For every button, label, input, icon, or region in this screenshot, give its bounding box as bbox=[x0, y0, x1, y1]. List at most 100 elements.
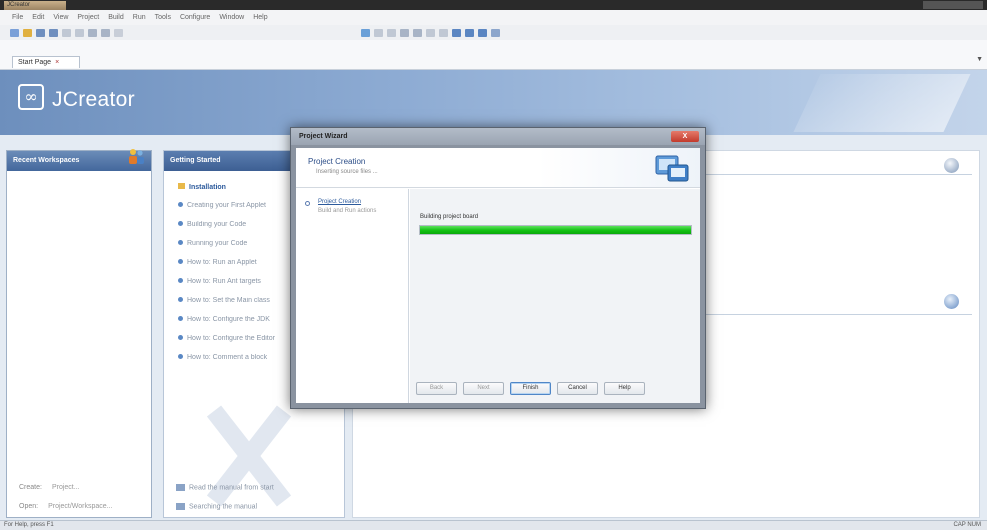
wizard-main-panel: Building project board Back Next Finish … bbox=[410, 189, 700, 403]
menu-project[interactable]: Project bbox=[77, 14, 99, 21]
recent-workspaces-title: Recent Workspaces bbox=[13, 157, 80, 164]
next-button[interactable]: Next bbox=[463, 382, 504, 395]
status-indicators: CAP NUM bbox=[953, 522, 981, 528]
dialog-title: Project Wizard bbox=[299, 133, 348, 140]
banner-decoration bbox=[793, 74, 971, 132]
list-item-label: How to: Configure the JDK bbox=[187, 316, 270, 323]
book-icon bbox=[176, 484, 185, 491]
panel-icon[interactable] bbox=[478, 28, 487, 37]
menu-configure[interactable]: Configure bbox=[180, 14, 210, 21]
list-item-label: How to: Comment a block bbox=[187, 354, 268, 361]
tab-dropdown-icon[interactable]: ▼ bbox=[976, 56, 983, 63]
bullet-icon bbox=[178, 297, 183, 302]
list-item-label: How to: Configure the Editor bbox=[187, 335, 275, 342]
debug-icon[interactable] bbox=[400, 28, 409, 37]
step-project-creation[interactable]: Project Creation bbox=[318, 199, 361, 205]
list-item-label: How to: Set the Main class bbox=[187, 297, 270, 304]
recent-workspaces-panel: Recent Workspaces Create: Project... Open… bbox=[6, 149, 152, 518]
wizard-steps-panel: Project Creation Build and Run actions bbox=[296, 189, 409, 403]
status-bar: For Help, press F1 CAP NUM bbox=[0, 520, 987, 530]
create-value: Project... bbox=[51, 484, 80, 491]
run-icon[interactable] bbox=[387, 28, 396, 37]
list-item-label: Building your Code bbox=[187, 221, 247, 228]
open-folder-icon[interactable] bbox=[23, 28, 32, 37]
list-item-label: Running your Code bbox=[187, 240, 248, 247]
wizard-computer-icon bbox=[655, 155, 689, 182]
open-link[interactable]: Open: Project/Workspace... bbox=[19, 503, 113, 510]
project-wizard-dialog: Project Wizard X Project Creation Insert… bbox=[290, 127, 706, 409]
list-item-label: How to: Run Ant targets bbox=[187, 278, 261, 285]
bullet-icon bbox=[178, 240, 183, 245]
window-title: JCreator bbox=[4, 1, 66, 10]
list-item-label: Installation bbox=[189, 184, 226, 191]
cut-icon[interactable] bbox=[62, 28, 71, 37]
bullet-icon bbox=[178, 202, 183, 207]
progress-fill bbox=[420, 226, 691, 234]
create-link[interactable]: Create: Project... bbox=[19, 484, 80, 491]
layout-icon[interactable] bbox=[452, 28, 461, 37]
build-icon[interactable] bbox=[361, 28, 370, 37]
wizard-button-row: Back Next Finish Cancel Help bbox=[416, 382, 645, 395]
undo-icon[interactable] bbox=[88, 28, 97, 37]
menu-window[interactable]: Window bbox=[219, 14, 244, 21]
indent-icon[interactable] bbox=[426, 28, 435, 37]
toolbar bbox=[0, 25, 987, 40]
close-icon[interactable]: × bbox=[55, 59, 59, 66]
bullet-icon bbox=[178, 335, 183, 340]
menu-file[interactable]: File bbox=[12, 14, 23, 21]
settings-icon[interactable] bbox=[491, 28, 500, 37]
menu-bar: File Edit View Project Build Run Tools C… bbox=[0, 10, 987, 25]
bullet-icon bbox=[178, 278, 183, 283]
search-manual-label: Searching the manual bbox=[189, 503, 258, 511]
window-controls[interactable] bbox=[923, 1, 983, 9]
open-value: Project/Workspace... bbox=[48, 503, 113, 510]
menu-build[interactable]: Build bbox=[108, 14, 124, 21]
save-icon[interactable] bbox=[36, 28, 45, 37]
progress-bar bbox=[419, 225, 692, 235]
new-file-icon[interactable] bbox=[10, 28, 19, 37]
help-button[interactable]: Help bbox=[604, 382, 645, 395]
refresh-icon[interactable] bbox=[944, 158, 959, 173]
find-icon[interactable] bbox=[114, 28, 123, 37]
search-manual-link[interactable]: Searching the manual bbox=[176, 503, 257, 510]
menu-help[interactable]: Help bbox=[253, 14, 267, 21]
tab-start-page-label: Start Page bbox=[18, 59, 52, 66]
news-icon[interactable] bbox=[944, 294, 959, 309]
open-label: Open: bbox=[19, 503, 39, 510]
bullet-icon bbox=[178, 259, 183, 264]
read-manual-link[interactable]: Read the manual from start bbox=[176, 484, 274, 491]
dialog-header-title: Project Creation bbox=[308, 157, 366, 166]
save-all-icon[interactable] bbox=[49, 28, 58, 37]
dialog-titlebar[interactable]: Project Wizard X bbox=[291, 128, 705, 145]
redo-icon[interactable] bbox=[101, 28, 110, 37]
bullet-icon bbox=[178, 354, 183, 359]
menu-edit[interactable]: Edit bbox=[32, 14, 44, 21]
compile-icon[interactable] bbox=[374, 28, 383, 37]
finish-button[interactable]: Finish bbox=[510, 382, 551, 395]
menu-run[interactable]: Run bbox=[133, 14, 146, 21]
start-page-banner: ∞ JCreator bbox=[0, 70, 987, 135]
outdent-icon[interactable] bbox=[439, 28, 448, 37]
window-titlebar: JCreator bbox=[0, 0, 987, 10]
logo-text: JCreator bbox=[52, 88, 135, 111]
dialog-body: Project Creation Inserting source files … bbox=[296, 148, 700, 403]
bullet-icon bbox=[178, 221, 183, 226]
bullet-icon bbox=[178, 316, 183, 321]
cancel-button[interactable]: Cancel bbox=[557, 382, 598, 395]
back-button[interactable]: Back bbox=[416, 382, 457, 395]
copy-icon[interactable] bbox=[75, 28, 84, 37]
menu-tools[interactable]: Tools bbox=[155, 14, 171, 21]
step-bullet-icon bbox=[305, 201, 310, 206]
folder-icon bbox=[178, 183, 185, 189]
step-icon[interactable] bbox=[413, 28, 422, 37]
window-icon[interactable] bbox=[465, 28, 474, 37]
dialog-header-subtitle: Inserting source files ... bbox=[316, 169, 378, 175]
close-button[interactable]: X bbox=[671, 131, 699, 142]
tab-start-page[interactable]: Start Page × bbox=[12, 56, 80, 68]
menu-view[interactable]: View bbox=[53, 14, 68, 21]
dialog-header: Project Creation Inserting source files … bbox=[296, 148, 700, 188]
people-icon bbox=[129, 149, 144, 164]
recent-workspaces-header: Recent Workspaces bbox=[7, 149, 151, 171]
watermark-graphic bbox=[206, 405, 292, 507]
progress-label: Building project board bbox=[420, 214, 479, 220]
